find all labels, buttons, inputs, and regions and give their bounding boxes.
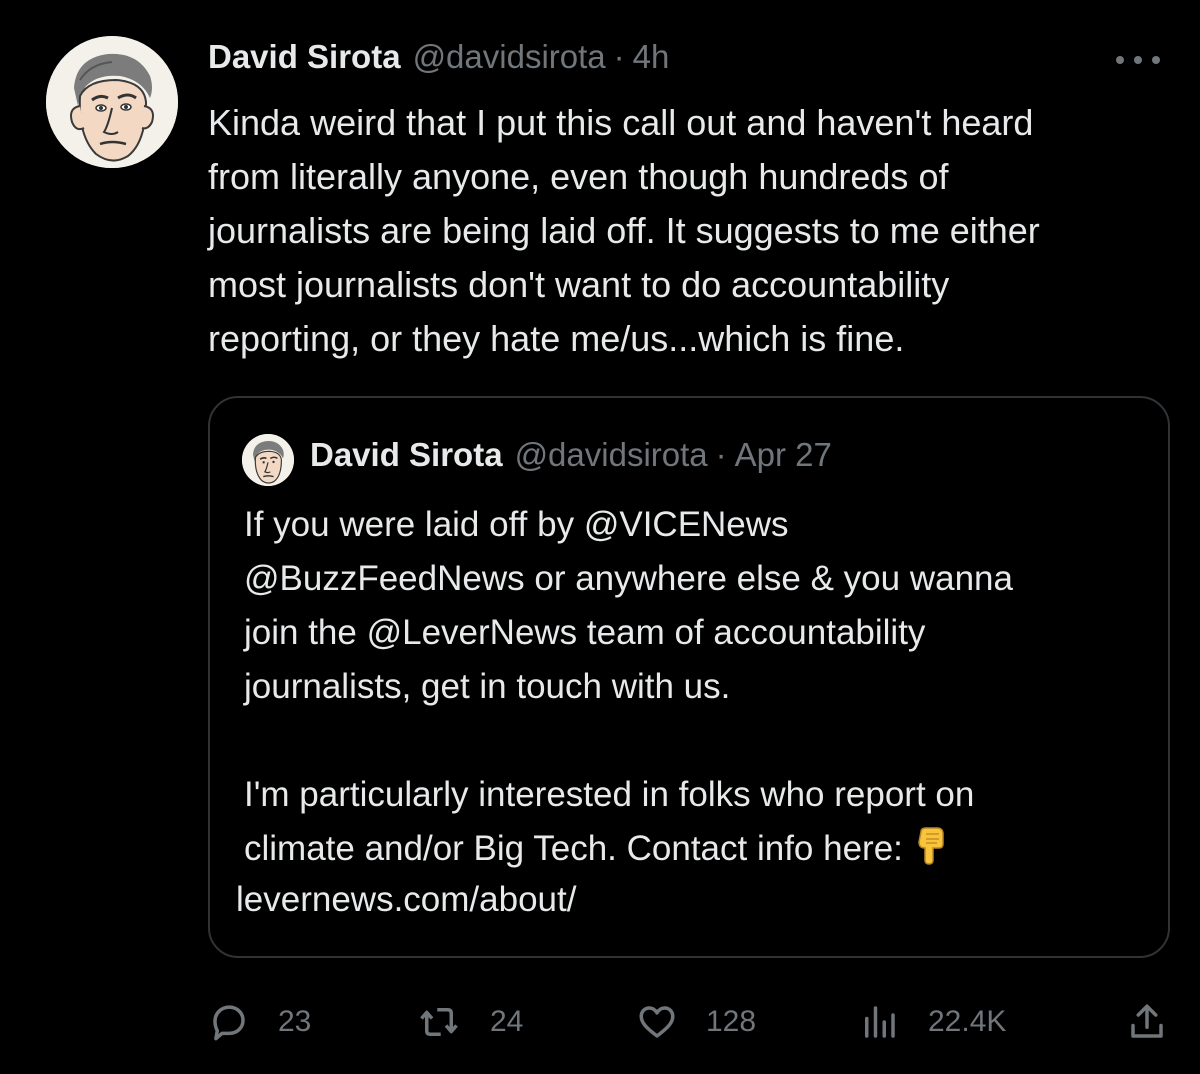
like-button[interactable]: 128 (636, 990, 756, 1054)
author-name[interactable]: David Sirota (208, 38, 401, 76)
separator-dot: · (613, 38, 625, 75)
reply-count: 23 (278, 1005, 312, 1038)
views-count: 22.4K (928, 1005, 1007, 1038)
tweet-text: Kinda weird that I put this call out and… (208, 102, 1040, 359)
tweet-timestamp[interactable]: 4h (633, 38, 670, 76)
quoted-timestamp[interactable]: Apr 27 (735, 436, 832, 474)
like-count: 128 (706, 1005, 757, 1038)
backhand-index-pointing-down-icon (918, 827, 944, 865)
share-icon (1131, 1004, 1163, 1038)
separator-dot: · (715, 436, 727, 473)
quoted-author-avatar[interactable] (242, 434, 294, 486)
quoted-link[interactable]: levernews.com/about/ (236, 873, 576, 927)
repost-button[interactable]: 24 (418, 990, 523, 1054)
quoted-author-handle[interactable]: @davidsirota (515, 436, 708, 474)
views-button[interactable]: 22.4K (858, 990, 1006, 1054)
share-button[interactable] (1126, 990, 1168, 1054)
quoted-author-name[interactable]: David Sirota (310, 436, 503, 474)
tweet[interactable]: David Sirota @davidsirota · 4h Kinda wei… (0, 0, 1200, 1074)
views-chart-icon (865, 1006, 895, 1038)
reply-button[interactable]: 23 (208, 990, 311, 1054)
repost-count: 24 (490, 1005, 524, 1038)
more-horizontal-icon (1116, 56, 1124, 64)
quoted-tweet-text: If you were laid off by @VICENews @BuzzF… (244, 498, 1144, 876)
reply-bubble-icon (213, 1005, 245, 1041)
more-options-button[interactable] (1116, 50, 1160, 70)
author-avatar[interactable] (46, 36, 178, 168)
quoted-tweet[interactable]: David Sirota @davidsirota · Apr 27 If yo… (208, 396, 1170, 958)
tweet-header: David Sirota @davidsirota · 4h (208, 38, 669, 82)
author-handle[interactable]: @davidsirota (413, 38, 606, 76)
repost-icon (420, 1008, 458, 1036)
tweet-actions-bar: 23 24 128 22.4K (0, 990, 1200, 1054)
heart-icon (639, 1006, 675, 1038)
caricature-avatar-image (242, 434, 294, 486)
caricature-avatar-image (46, 36, 178, 168)
quoted-tweet-header: David Sirota @davidsirota · Apr 27 (310, 436, 832, 480)
quoted-text-body: If you were laid off by @VICENews @BuzzF… (244, 505, 1013, 868)
